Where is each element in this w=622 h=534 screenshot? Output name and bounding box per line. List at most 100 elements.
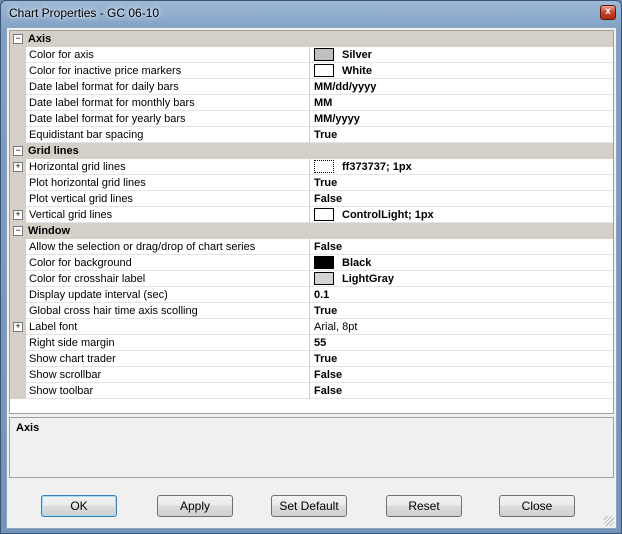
property-name: Show scrollbar	[29, 369, 102, 381]
property-row-label-font[interactable]: + Label font Arial, 8pt	[10, 319, 613, 335]
property-value[interactable]: ff373737; 1px	[311, 159, 613, 175]
close-window-button[interactable]: x	[600, 5, 616, 20]
column-separator	[309, 367, 310, 383]
property-value-text: 0.1	[314, 289, 330, 301]
property-value-text: Arial, 8pt	[314, 321, 358, 333]
property-row-allow-the-selection-or-drag-drop-of-chart-series[interactable]: Allow the selection or drag/drop of char…	[10, 239, 613, 255]
property-row-right-side-margin[interactable]: Right side margin 55	[10, 335, 613, 351]
property-row-plot-horizontal-grid-lines[interactable]: Plot horizontal grid lines True	[10, 175, 613, 191]
property-value[interactable]: False	[311, 239, 613, 255]
color-swatch	[314, 207, 334, 221]
property-row-show-toolbar[interactable]: Show toolbar False	[10, 383, 613, 399]
property-value[interactable]: MM	[311, 95, 613, 111]
property-value[interactable]: False	[311, 191, 613, 207]
property-value[interactable]: 55	[311, 335, 613, 351]
row-gutter	[10, 175, 26, 191]
reset-button[interactable]: Reset	[386, 495, 462, 517]
column-separator	[309, 159, 310, 175]
column-separator	[309, 95, 310, 111]
close-button[interactable]: Close	[499, 495, 575, 517]
property-value-text: LightGray	[342, 273, 394, 285]
property-row-date-label-format-for-yearly-bars[interactable]: Date label format for yearly bars MM/yyyy	[10, 111, 613, 127]
property-value[interactable]: Silver	[311, 47, 613, 63]
property-value[interactable]: 0.1	[311, 287, 613, 303]
column-separator	[309, 175, 310, 191]
category-grid-lines[interactable]: − Grid lines	[10, 143, 613, 159]
property-name: Display update interval (sec)	[29, 289, 168, 301]
property-value[interactable]: True	[311, 175, 613, 191]
ok-button[interactable]: OK	[41, 495, 117, 517]
property-value[interactable]: True	[311, 127, 613, 143]
property-value[interactable]: True	[311, 351, 613, 367]
property-row-global-cross-hair-time-axis-scolling[interactable]: Global cross hair time axis scolling True	[10, 303, 613, 319]
property-value[interactable]: Black	[311, 255, 613, 271]
property-row-color-for-background[interactable]: Color for background Black	[10, 255, 613, 271]
property-value[interactable]: Arial, 8pt	[311, 319, 613, 335]
row-gutter	[10, 79, 26, 95]
row-gutter	[10, 95, 26, 111]
expand-icon[interactable]: +	[13, 162, 23, 172]
column-separator	[309, 79, 310, 95]
expand-icon[interactable]: +	[13, 210, 23, 220]
color-swatch	[314, 255, 334, 269]
category-axis[interactable]: − Axis	[10, 31, 613, 47]
property-name: Color for axis	[29, 49, 94, 61]
column-separator	[309, 303, 310, 319]
property-value[interactable]: False	[311, 383, 613, 399]
description-title: Axis	[16, 422, 40, 434]
property-name: Equidistant bar spacing	[29, 129, 144, 141]
property-value-text: MM/yyyy	[314, 113, 360, 125]
property-value[interactable]: True	[311, 303, 613, 319]
resize-grip[interactable]	[604, 516, 614, 526]
property-value-text: Black	[342, 257, 372, 269]
property-name: Label font	[29, 321, 78, 333]
column-separator	[309, 63, 310, 79]
property-name: Horizontal grid lines	[29, 161, 126, 173]
property-value[interactable]: MM/dd/yyyy	[311, 79, 613, 95]
property-value[interactable]: MM/yyyy	[311, 111, 613, 127]
property-row-show-chart-trader[interactable]: Show chart trader True	[10, 351, 613, 367]
property-row-horizontal-grid-lines[interactable]: + Horizontal grid lines ff373737; 1px	[10, 159, 613, 175]
description-panel: Axis	[9, 417, 614, 478]
property-name: Right side margin	[29, 337, 115, 349]
property-value-text: ff373737; 1px	[342, 161, 412, 173]
property-name: Global cross hair time axis scolling	[29, 305, 198, 317]
property-value[interactable]: LightGray	[311, 271, 613, 287]
property-grid: − Axis Color for axis Silver Color for inact…	[9, 30, 614, 414]
property-row-color-for-inactive-price-markers[interactable]: Color for inactive price markers White	[10, 63, 613, 79]
property-name: Color for background	[29, 257, 132, 269]
property-row-color-for-axis[interactable]: Color for axis Silver	[10, 47, 613, 63]
property-row-color-for-crosshair-label[interactable]: Color for crosshair label LightGray	[10, 271, 613, 287]
row-gutter	[10, 335, 26, 351]
property-row-equidistant-bar-spacing[interactable]: Equidistant bar spacing True	[10, 127, 613, 143]
collapse-icon[interactable]: −	[13, 146, 23, 156]
row-gutter	[10, 239, 26, 255]
row-gutter	[10, 127, 26, 143]
property-name: Show toolbar	[29, 385, 94, 397]
property-value[interactable]: False	[311, 367, 613, 383]
property-row-plot-vertical-grid-lines[interactable]: Plot vertical grid lines False	[10, 191, 613, 207]
property-value[interactable]: White	[311, 63, 613, 79]
property-row-date-label-format-for-daily-bars[interactable]: Date label format for daily bars MM/dd/yy…	[10, 79, 613, 95]
row-gutter	[10, 191, 26, 207]
property-row-display-update-interval-sec[interactable]: Display update interval (sec) 0.1	[10, 287, 613, 303]
expand-icon[interactable]: +	[13, 322, 23, 332]
property-name: Color for crosshair label	[29, 273, 146, 285]
property-value-text: False	[314, 385, 343, 397]
column-separator	[309, 271, 310, 287]
property-row-show-scrollbar[interactable]: Show scrollbar False	[10, 367, 613, 383]
apply-button[interactable]: Apply	[157, 495, 233, 517]
property-value[interactable]: ControlLight; 1px	[311, 207, 613, 223]
property-row-date-label-format-for-monthly-bars[interactable]: Date label format for monthly bars MM	[10, 95, 613, 111]
property-name: Show chart trader	[29, 353, 116, 365]
category-window[interactable]: − Window	[10, 223, 613, 239]
dialog-client-area: − Axis Color for axis Silver Color for inact…	[6, 27, 617, 529]
title-bar[interactable]: Chart Properties - GC 06-10 x	[1, 1, 621, 27]
property-row-vertical-grid-lines[interactable]: + Vertical grid lines ControlLight; 1px	[10, 207, 613, 223]
collapse-icon[interactable]: −	[13, 34, 23, 44]
row-gutter	[10, 255, 26, 271]
collapse-icon[interactable]: −	[13, 226, 23, 236]
color-swatch	[314, 63, 334, 77]
set-default-button[interactable]: Set Default	[271, 495, 347, 517]
property-value-text: False	[314, 193, 343, 205]
